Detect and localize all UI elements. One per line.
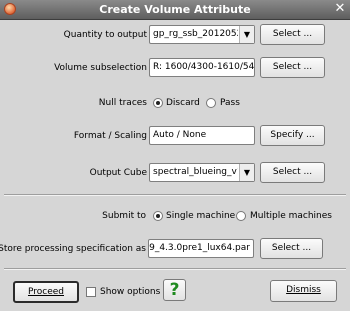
quantity-label: Quantity to output <box>63 30 147 40</box>
output-cube-select-button[interactable]: Select ... <box>260 162 325 183</box>
output-cube-value: spectral_blueing_v1 <box>153 167 238 177</box>
help-icon[interactable]: ? <box>163 279 186 301</box>
null-traces-label: Null traces <box>98 98 147 108</box>
submit-multiple-radio[interactable] <box>236 211 246 221</box>
store-spec-label: Store processing specification as <box>0 244 146 254</box>
close-icon[interactable]: ✕ <box>333 2 347 16</box>
null-traces-discard-label: Discard <box>166 98 200 108</box>
proceed-label: Proceed <box>27 287 64 297</box>
title-bar: Create Volume Attribute ✕ <box>0 0 350 20</box>
separator <box>4 268 346 270</box>
submit-single-radio[interactable] <box>153 211 163 221</box>
null-traces-pass-radio[interactable] <box>206 98 216 108</box>
show-options-checkbox[interactable] <box>86 287 96 297</box>
dismiss-button[interactable]: Dismiss <box>270 280 337 302</box>
subselection-select-button[interactable]: Select ... <box>260 57 325 78</box>
output-cube-label: Output Cube <box>89 168 147 178</box>
subselection-label: Volume subselection <box>54 63 147 73</box>
submit-label: Submit to <box>102 211 146 221</box>
chevron-down-icon[interactable]: ▼ <box>239 164 254 181</box>
null-traces-discard-radio[interactable] <box>153 98 163 108</box>
quantity-select[interactable]: gp_rg_ssb_20120525 ▼ <box>149 25 255 44</box>
window-title: Create Volume Attribute <box>99 3 251 16</box>
null-traces-pass-label: Pass <box>220 98 240 108</box>
dismiss-label: Dismiss <box>286 285 321 295</box>
subselection-field[interactable]: R: 1600/4300-1610/5400 <box>149 58 255 77</box>
format-label: Format / Scaling <box>73 131 147 141</box>
output-cube-select[interactable]: spectral_blueing_v1 ▼ <box>149 163 255 182</box>
format-specify-button[interactable]: Specify ... <box>260 125 325 146</box>
show-options-label: Show options <box>100 287 161 297</box>
quantity-value: gp_rg_ssb_20120525 <box>153 29 238 39</box>
store-spec-select-button[interactable]: Select ... <box>260 238 323 259</box>
submit-single-label: Single machine <box>166 211 236 221</box>
separator <box>4 194 346 196</box>
proceed-button[interactable]: Proceed <box>13 281 79 303</box>
quantity-select-button[interactable]: Select ... <box>260 24 325 45</box>
submit-multiple-label: Multiple machines <box>250 211 332 221</box>
store-spec-value: 529_4.3.0pre1_lux64.par <box>148 243 250 253</box>
store-spec-field[interactable]: 529_4.3.0pre1_lux64.par <box>148 239 254 258</box>
format-field[interactable]: Auto / None <box>149 126 255 145</box>
chevron-down-icon[interactable]: ▼ <box>239 26 254 43</box>
